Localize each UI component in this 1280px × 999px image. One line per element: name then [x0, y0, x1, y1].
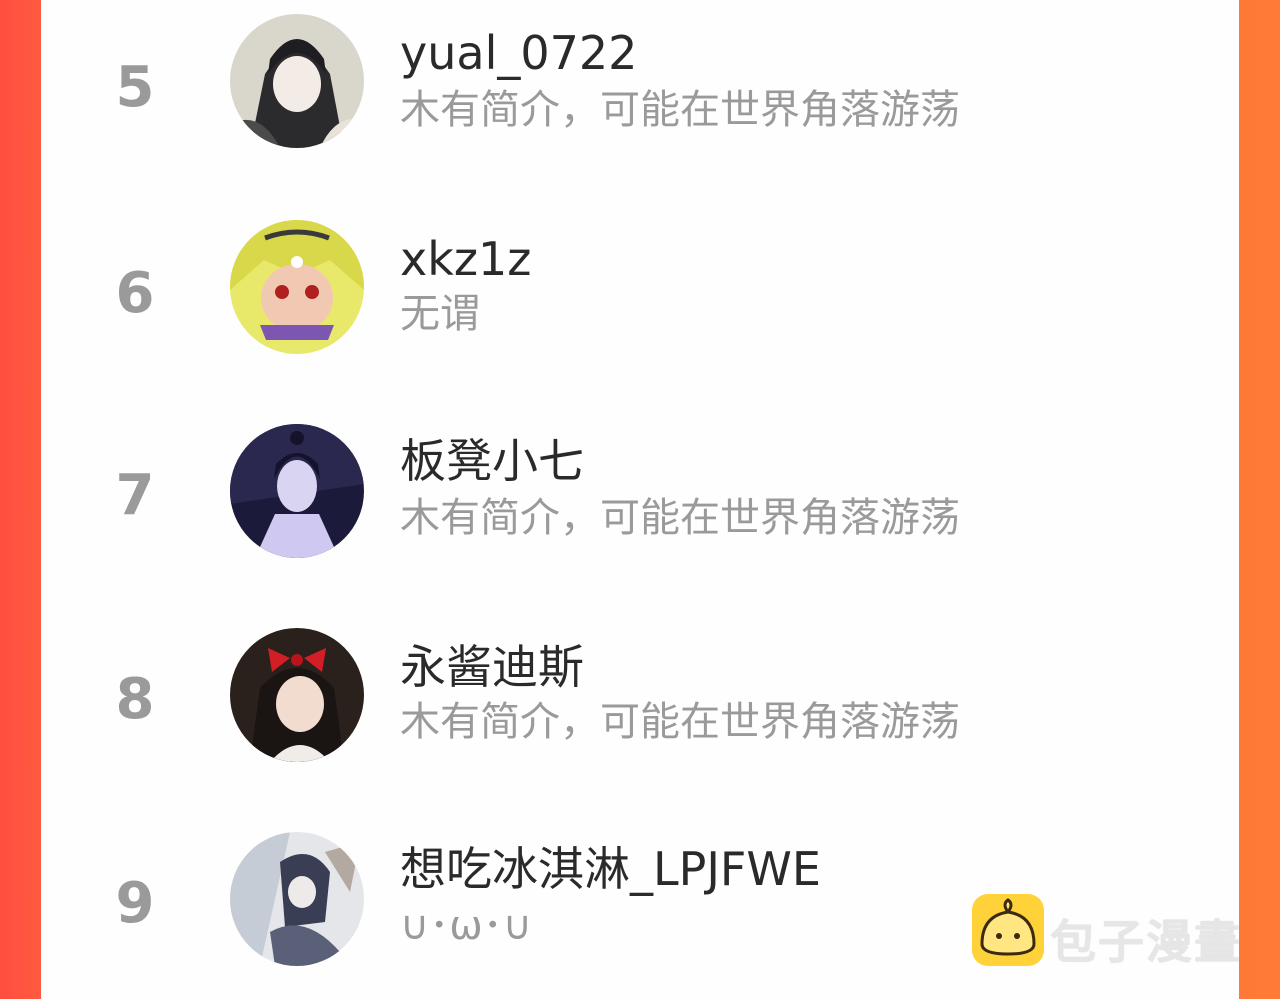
watermark: 包子漫畫	[972, 894, 1242, 969]
rank-number: 8	[115, 667, 155, 732]
watermark-text: 包子漫畫	[1050, 915, 1242, 969]
list-item[interactable]: 8 永酱迪斯 木有简介，可能在世界角落游荡	[41, 620, 1239, 770]
user-name[interactable]: 板凳小七	[400, 438, 584, 484]
avatar[interactable]	[230, 220, 364, 354]
list-item[interactable]: 7 板凳小七 木有简介，可能在世界角落游荡	[41, 416, 1239, 566]
list-item[interactable]: 5 yual_0722 木有简介，可能在世界角落游荡	[41, 8, 1239, 158]
user-bio: 无谓	[400, 291, 480, 337]
user-bio: 木有简介，可能在世界角落游荡	[400, 87, 960, 133]
user-bio: 木有简介，可能在世界角落游荡	[400, 699, 960, 745]
rank-number: 7	[115, 463, 155, 528]
user-name[interactable]: 永酱迪斯	[400, 644, 584, 690]
avatar[interactable]	[230, 424, 364, 558]
user-name[interactable]: 想吃冰淇淋_LPJFWE	[400, 846, 821, 892]
user-bio: ∪･ω･∪	[400, 903, 533, 949]
bun-logo-icon	[972, 894, 1044, 966]
rank-number: 6	[115, 261, 155, 326]
ranking-list: 5 yual_0722 木有简介，可能在世界角落游荡 6 xkz1z 无谓 7 …	[41, 0, 1239, 999]
avatar[interactable]	[230, 14, 364, 148]
user-bio: 木有简介，可能在世界角落游荡	[400, 495, 960, 541]
avatar[interactable]	[230, 832, 364, 966]
rank-number: 5	[115, 55, 155, 120]
list-item[interactable]: 6 xkz1z 无谓	[41, 212, 1239, 362]
user-name[interactable]: xkz1z	[400, 236, 531, 282]
user-name[interactable]: yual_0722	[400, 30, 637, 76]
avatar[interactable]	[230, 628, 364, 762]
rank-number: 9	[115, 871, 155, 936]
